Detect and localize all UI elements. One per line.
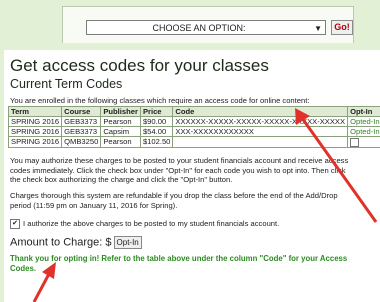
- column-header-term: Term: [7, 106, 63, 117]
- cell-optin-status: Opted-In: [347, 126, 380, 137]
- opt-in-button[interactable]: Opt-In: [113, 236, 142, 249]
- text-line: the check box authorizing the charge and…: [10, 175, 233, 184]
- column-header-publisher: Publisher: [100, 106, 141, 117]
- go-button[interactable]: Go!: [331, 20, 353, 35]
- chevron-down-icon: ▼: [314, 24, 322, 33]
- cell-publisher: Pearson: [100, 136, 141, 148]
- refund-policy: Charges thorough this system are refunda…: [10, 191, 380, 210]
- amount-row: Amount to Charge: $ Opt-In: [10, 236, 142, 249]
- cell-term: SPRING 2016: [7, 136, 63, 148]
- cell-publisher: Pearson: [100, 116, 141, 127]
- cell-term: SPRING 2016: [7, 116, 63, 127]
- intro-text: You are enrolled in the following classe…: [10, 96, 310, 105]
- cell-optin: [347, 136, 380, 148]
- text-line: codes immediately. Click the check box u…: [10, 165, 346, 175]
- cell-price: $90.00: [139, 116, 174, 127]
- table-header-row: Term Course Publisher Price Code Opt-In: [7, 106, 380, 117]
- optin-checkbox[interactable]: [350, 137, 360, 147]
- cell-code: XXXXXX-XXXXX-XXXXX-XXXXX-XXXXX-XXXXX: [172, 116, 349, 127]
- section-title: Current Term Codes: [10, 77, 123, 91]
- table-row: SPRING 2016 GEB3373 Pearson $90.00 XXXXX…: [7, 116, 380, 127]
- option-select[interactable]: CHOOSE AN OPTION: ▼: [86, 20, 326, 35]
- cell-course: GEB3373: [61, 126, 102, 137]
- cell-course: QMB3250: [61, 136, 102, 148]
- authorization-instructions: You may authorize these charges to be po…: [10, 156, 380, 185]
- column-header-course: Course: [61, 106, 102, 117]
- table-row: SPRING 2016 GEB3373 Capsim $54.00 XXX-XX…: [7, 126, 380, 137]
- cell-term: SPRING 2016: [7, 126, 63, 137]
- table-row: SPRING 2016 QMB3250 Pearson $102.50: [7, 136, 380, 148]
- authorize-label: I authorize the above charges to be post…: [23, 219, 280, 228]
- option-select-value: CHOOSE AN OPTION:: [152, 23, 246, 33]
- text-line: Codes.: [10, 264, 36, 273]
- cell-course: GEB3373: [61, 116, 102, 127]
- text-line: You may authorize these charges to be po…: [10, 156, 349, 165]
- authorize-row: ✔ I authorize the above charges to be pos…: [10, 219, 279, 229]
- column-header-code: Code: [172, 106, 349, 117]
- text-line: Thank you for opting in! Refer to the ta…: [10, 254, 348, 263]
- column-header-optin: Opt-In: [347, 106, 380, 117]
- cell-price: $102.50: [139, 136, 174, 148]
- success-message: Thank you for opting in! Refer to the ta…: [10, 254, 347, 274]
- cell-code: XXX-XXXXXXXXXXXX: [172, 126, 349, 137]
- cell-publisher: Capsim: [100, 126, 141, 137]
- authorize-checkbox[interactable]: ✔: [10, 219, 20, 229]
- cell-optin-status: Opted-In: [347, 116, 380, 127]
- access-code-table: Term Course Publisher Price Code Opt-In …: [7, 106, 380, 148]
- text-line: Charges thorough this system are refunda…: [10, 191, 338, 200]
- cell-code: [172, 136, 349, 148]
- text-line: period (11:59 pm on January 11, 2016 for…: [10, 200, 178, 210]
- amount-label: Amount to Charge: $: [10, 236, 112, 249]
- cell-price: $54.00: [139, 126, 174, 137]
- page-title: Get access codes for your classes: [10, 56, 269, 75]
- column-header-price: Price: [139, 106, 174, 117]
- content-panel: Get access codes for your classes Curren…: [4, 50, 380, 302]
